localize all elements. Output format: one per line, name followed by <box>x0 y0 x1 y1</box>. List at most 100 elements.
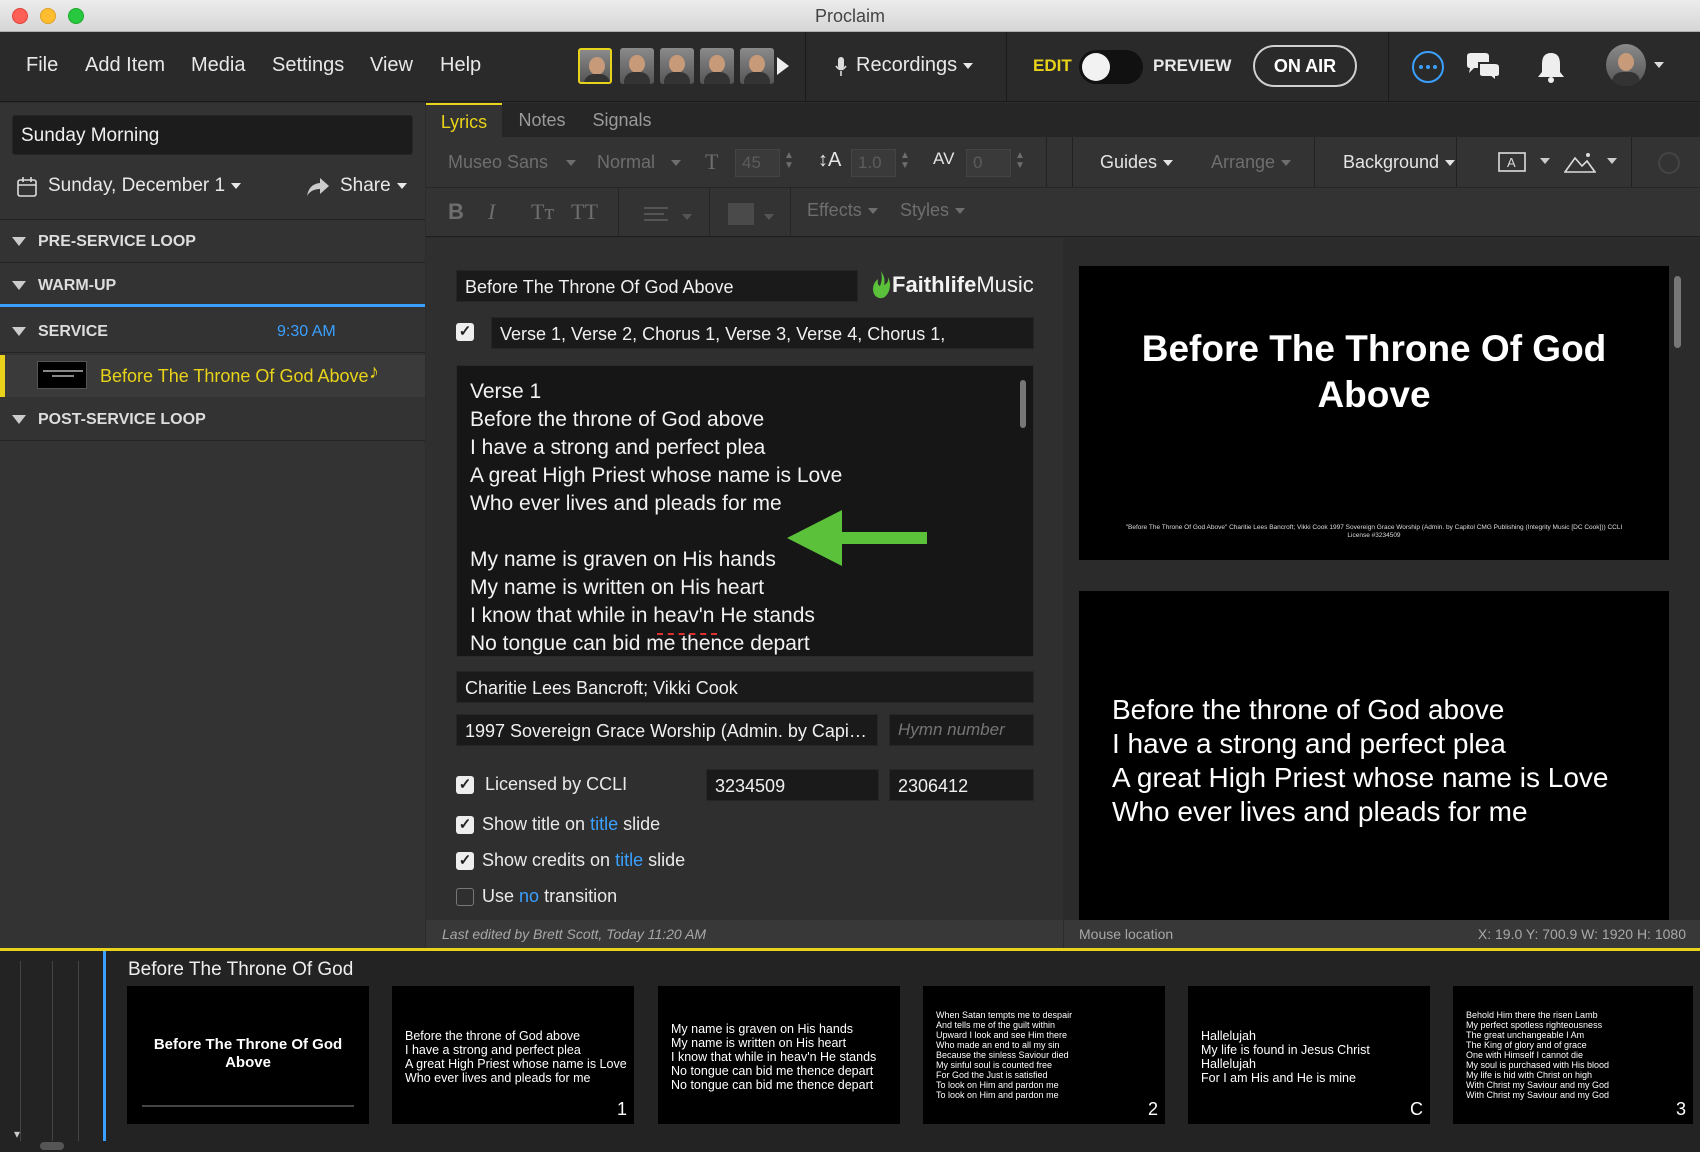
tab-signals[interactable]: Signals <box>582 103 662 137</box>
thumb-line: A great High Priest whose name is Love <box>405 1057 627 1071</box>
lyrics-scrollbar[interactable] <box>1020 380 1026 428</box>
playhead[interactable] <box>103 951 106 1141</box>
text-box-caret-icon[interactable] <box>1540 158 1550 164</box>
service-date-dropdown[interactable]: Sunday, December 1 <box>48 175 242 197</box>
refresh-icon[interactable] <box>1656 150 1682 176</box>
styles-dropdown[interactable]: Styles <box>900 200 966 221</box>
service-date-label: Sunday, December 1 <box>48 175 226 196</box>
text-box-icon[interactable]: A <box>1498 150 1528 174</box>
menu-file[interactable]: File <box>26 54 58 77</box>
licensed-ccli-checkbox[interactable]: ✓ <box>456 776 474 794</box>
participant-avatar[interactable] <box>660 48 694 84</box>
strip-scrollbar[interactable] <box>40 1142 64 1150</box>
slide-thumbnail-2[interactable]: When Satan tempts me to despair And tell… <box>923 986 1165 1124</box>
font-weight-dropdown[interactable]: Normal <box>597 152 682 173</box>
section-pre-service-loop[interactable]: PRE-SERVICE LOOP <box>0 221 425 263</box>
arrange-dropdown[interactable]: Arrange <box>1211 152 1292 173</box>
participant-avatar[interactable] <box>740 48 774 84</box>
collapse-triangle-icon[interactable] <box>12 237 26 246</box>
menu-settings[interactable]: Settings <box>272 54 344 77</box>
presentation-name-input[interactable]: Sunday Morning <box>12 115 413 155</box>
menu-view[interactable]: View <box>370 54 413 77</box>
thumb-line: For I am His and He is mine <box>1201 1071 1356 1085</box>
chat-icon[interactable] <box>1465 52 1503 82</box>
guides-label: Guides <box>1100 152 1158 172</box>
more-participants-arrow-icon[interactable] <box>777 57 789 75</box>
font-family-dropdown[interactable]: Museo Sans <box>448 152 577 173</box>
strip-expand-icon[interactable]: ▾ <box>14 1127 20 1141</box>
slide-thumbnail-1[interactable]: Before the throne of God above I have a … <box>392 986 634 1124</box>
text-align-icon[interactable] <box>644 207 670 225</box>
tab-notes[interactable]: Notes <box>506 103 578 137</box>
slide-thumbnail-title[interactable]: Before The Throne Of God Above <box>127 986 369 1124</box>
title-slide-link[interactable]: title <box>590 814 618 834</box>
line-height-input[interactable]: 1.0 <box>851 149 896 177</box>
slide-thumbnail-3[interactable]: Behold Him there the risen Lamb My perfe… <box>1453 986 1693 1124</box>
app-window: Proclaim File Add Item Media Settings Vi… <box>0 0 1700 1152</box>
menu-help[interactable]: Help <box>440 54 481 77</box>
participant-avatar[interactable] <box>620 48 654 84</box>
letter-spacing-stepper[interactable]: ▲ ▼ <box>1015 151 1025 171</box>
slide-thumbnail-chorus[interactable]: Hallelujah My life is found in Jesus Chr… <box>1188 986 1430 1124</box>
effects-dropdown[interactable]: Effects <box>807 200 878 221</box>
thumb-line: The King of glory and of grace <box>1466 1040 1587 1050</box>
font-size-input[interactable]: 45 <box>735 149 780 177</box>
preview-scrollbar[interactable] <box>1674 276 1681 348</box>
guides-dropdown[interactable]: Guides <box>1100 152 1174 173</box>
song-title-input[interactable]: Before The Throne Of God Above <box>456 270 858 302</box>
ccli-license-input[interactable]: 3234509 <box>706 769 879 801</box>
ccli-song-number-input[interactable]: 2306412 <box>889 769 1034 801</box>
background-dropdown[interactable]: Background <box>1343 152 1456 173</box>
hymn-number-input[interactable] <box>889 714 1034 746</box>
italic-button[interactable]: I <box>488 199 495 225</box>
title-slide-preview[interactable]: Before The Throne Of God Above "Before T… <box>1079 266 1669 560</box>
transition-link[interactable]: no <box>519 886 539 906</box>
tab-lyrics[interactable]: Lyrics <box>426 103 502 137</box>
font-size-icon: T <box>705 149 719 174</box>
more-options-icon[interactable] <box>1411 50 1445 84</box>
menu-add-item[interactable]: Add Item <box>85 54 165 77</box>
show-credits-checkbox[interactable]: ✓ <box>456 852 474 870</box>
verse-slide-preview[interactable]: Before the throne of God above I have a … <box>1079 591 1669 920</box>
collapse-triangle-icon[interactable] <box>12 281 26 290</box>
section-post-service-loop[interactable]: POST-SERVICE LOOP <box>0 399 425 441</box>
credits-slide-link[interactable]: title <box>615 850 643 870</box>
mouse-coords: X: 19.0 Y: 700.9 W: 1920 H: 1080 <box>1477 926 1686 942</box>
section-warm-up[interactable]: WARM-UP <box>0 265 425 307</box>
line-height-stepper[interactable]: ▲ ▼ <box>900 151 910 171</box>
collapse-triangle-icon[interactable] <box>12 415 26 424</box>
text-color-swatch[interactable] <box>728 203 754 225</box>
image-caret-icon[interactable] <box>1607 158 1617 164</box>
bold-button[interactable]: B <box>448 199 464 225</box>
edit-preview-toggle[interactable] <box>1079 50 1143 84</box>
lyrics-line: My name is graven on His hands <box>470 548 776 571</box>
all-caps-button[interactable]: TT <box>571 199 598 225</box>
small-caps-button[interactable]: Tт <box>531 199 554 225</box>
use-transition-checkbox[interactable] <box>456 888 474 906</box>
thumb-line: With Christ my Saviour and my God <box>1466 1080 1610 1090</box>
arrangement-order-input[interactable]: Verse 1, Verse 2, Chorus 1, Verse 3, Ver… <box>491 317 1034 349</box>
participant-avatar[interactable] <box>700 48 734 84</box>
participant-avatar[interactable] <box>578 48 612 84</box>
font-size-stepper[interactable]: ▲ ▼ <box>784 151 794 171</box>
service-item-before-the-throne[interactable]: Before The Throne Of God Above ♪ <box>0 355 425 397</box>
letter-spacing-input[interactable]: 0 <box>966 149 1011 177</box>
arrangement-checkbox[interactable]: ✓ <box>456 323 474 341</box>
collapse-triangle-icon[interactable] <box>12 327 26 336</box>
section-service[interactable]: SERVICE 9:30 AM <box>0 311 425 353</box>
menu-media[interactable]: Media <box>191 54 245 77</box>
service-time[interactable]: 9:30 AM <box>277 323 336 341</box>
spellcheck-underline <box>657 633 717 635</box>
show-title-checkbox[interactable]: ✓ <box>456 816 474 834</box>
image-icon[interactable] <box>1564 150 1596 174</box>
recordings-dropdown[interactable]: Recordings <box>856 54 974 77</box>
on-air-button[interactable]: ON AIR <box>1253 45 1357 87</box>
copyright-input[interactable]: 1997 Sovereign Grace Worship (Admin. by … <box>456 714 878 746</box>
authors-input[interactable]: Charitie Lees Bancroft; Vikki Cook <box>456 671 1034 703</box>
share-dropdown[interactable]: Share <box>340 175 407 197</box>
slide-thumbnail-verse-1b[interactable]: My name is graven on His hands My name i… <box>658 986 900 1124</box>
lyrics-textarea[interactable]: Verse 1 Before the throne of God above I… <box>456 365 1034 657</box>
brand-music: Music <box>976 272 1034 297</box>
user-avatar[interactable] <box>1606 44 1646 86</box>
notifications-bell-icon[interactable] <box>1536 50 1566 84</box>
